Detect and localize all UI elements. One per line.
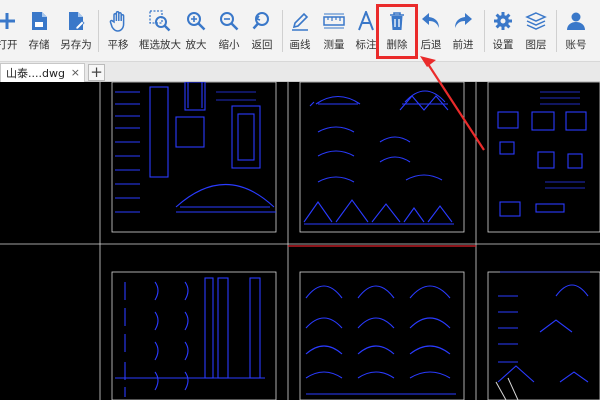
zoom-out-icon [218,10,240,32]
ruler-icon [323,10,345,32]
add-tab-button[interactable]: + [88,64,105,81]
zoom-in-button[interactable]: 放大 [182,0,210,62]
main-toolbar: 打开 存储 另存为 平移 框选放大 放大 缩小 返回 画线 测量 标注 删除 后… [0,0,600,62]
toolbar-separator [282,10,283,52]
back-button[interactable]: 返回 [248,0,276,62]
delete-highlight-box [376,4,418,59]
settings-button[interactable]: 设置 [489,0,517,62]
hand-icon [107,10,129,32]
toolbar-separator [484,10,485,52]
zoom-out-label: 缩小 [218,39,240,51]
document-tab-bar: 山泰....dwg × + [0,62,600,82]
document-tab[interactable]: 山泰....dwg × [0,63,85,82]
open-button[interactable]: 打开 [0,0,22,62]
layers-icon [525,10,547,32]
gear-icon [492,10,514,32]
redo-arrow-icon [452,10,474,32]
drawing-canvas[interactable] [0,82,600,400]
file-save-as-icon [65,10,87,32]
toolbar-separator [556,10,557,52]
undo-button[interactable]: 后退 [417,0,445,62]
redo-label: 前进 [452,39,474,51]
tab-title: 山泰....dwg [6,67,65,80]
back-label: 返回 [251,39,273,51]
save-label: 存储 [28,39,50,51]
box-zoom-icon [149,10,171,32]
save-as-button[interactable]: 另存为 [58,0,94,62]
annotate-label: 标注 [355,39,377,51]
text-a-icon [355,10,377,32]
account-label: 账号 [565,39,587,51]
zoom-in-icon [185,10,207,32]
zoom-out-button[interactable]: 缩小 [215,0,243,62]
user-icon [565,10,587,32]
layers-label: 图层 [525,39,547,51]
pan-label: 平移 [107,39,129,51]
measure-label: 测量 [323,39,345,51]
account-button[interactable]: 账号 [562,0,590,62]
zoom-back-icon [251,10,273,32]
tab-close-icon[interactable]: × [71,66,80,79]
layers-button[interactable]: 图层 [522,0,550,62]
measure-button[interactable]: 测量 [320,0,348,62]
cad-drawing [0,82,600,400]
callout-arrow-icon [420,56,485,151]
undo-label: 后退 [420,39,442,51]
pan-button[interactable]: 平移 [103,0,133,62]
plus-icon [0,10,18,32]
save-as-label: 另存为 [60,39,92,51]
redo-button[interactable]: 前进 [449,0,477,62]
box-zoom-label: 框选放大 [139,39,181,51]
toolbar-separator [98,10,99,52]
pencil-icon [289,10,311,32]
draw-line-label: 画线 [289,39,311,51]
open-label: 打开 [0,39,18,51]
save-button[interactable]: 存储 [25,0,53,62]
undo-arrow-icon [420,10,442,32]
file-icon [28,10,50,32]
settings-label: 设置 [492,39,514,51]
draw-line-button[interactable]: 画线 [286,0,314,62]
zoom-in-label: 放大 [185,39,207,51]
box-zoom-button[interactable]: 框选放大 [138,0,182,62]
